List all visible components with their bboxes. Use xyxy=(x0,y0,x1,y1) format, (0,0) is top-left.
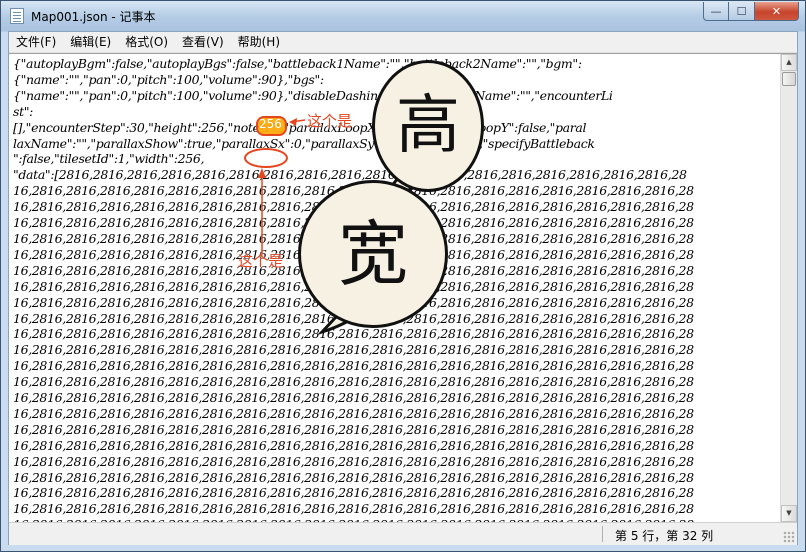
text-line[interactable]: 16,2816,2816,2816,2816,2816,2816,2816,28… xyxy=(13,342,775,358)
title-bar[interactable]: Map001.json - 记事本 — ☐ ✕ xyxy=(1,1,805,31)
menu-help[interactable]: 帮助(H) xyxy=(231,32,287,52)
scroll-down-arrow-icon[interactable]: ▼ xyxy=(781,505,797,522)
caption-buttons: — ☐ ✕ xyxy=(703,2,799,22)
menu-bar: 文件(F) 编辑(E) 格式(O) 查看(V) 帮助(H) xyxy=(9,32,797,53)
menu-edit[interactable]: 编辑(E) xyxy=(63,32,118,52)
width-speech-bubble: 宽 xyxy=(298,180,448,328)
window-title: Map001.json - 记事本 xyxy=(31,10,156,24)
text-line[interactable]: 16,2816,2816,2816,2816,2816,2816,2816,28… xyxy=(13,390,775,406)
scroll-thumb[interactable] xyxy=(782,72,796,86)
scroll-up-arrow-icon[interactable]: ▲ xyxy=(781,54,797,71)
vertical-scrollbar[interactable]: ▲ ▼ xyxy=(780,54,797,522)
height-speech-bubble: 高 xyxy=(372,60,484,192)
height-bubble-text: 高 xyxy=(396,89,460,163)
text-line[interactable]: 16,2816,2816,2816,2816,2816,2816,2816,28… xyxy=(13,358,775,374)
width-annotation-label: 这个是 xyxy=(238,252,284,270)
minimize-button[interactable]: — xyxy=(703,2,729,21)
resize-grip-icon[interactable] xyxy=(783,531,795,543)
text-line[interactable]: 16,2816,2816,2816,2816,2816,2816,2816,28… xyxy=(13,485,775,501)
notepad-app-icon[interactable] xyxy=(10,8,24,24)
cursor-position: 第 5 行，第 32 列 xyxy=(615,529,714,543)
text-line[interactable]: 16,2816,2816,2816,2816,2816,2816,2816,28… xyxy=(13,438,775,454)
text-line[interactable]: 16,2816,2816,2816,2816,2816,2816,2816,28… xyxy=(13,454,775,470)
text-line[interactable]: 16,2816,2816,2816,2816,2816,2816,2816,28… xyxy=(13,501,775,517)
menu-format[interactable]: 格式(O) xyxy=(118,32,175,52)
status-separator xyxy=(602,526,603,542)
width-highlight-ellipse xyxy=(244,148,288,168)
text-line[interactable]: {"autoplayBgm":false,"autoplayBgs":false… xyxy=(13,56,775,72)
text-line[interactable]: 16,2816,2816,2816,2816,2816,2816,2816,28… xyxy=(13,470,775,486)
status-bar: 第 5 行，第 32 列 xyxy=(9,522,797,545)
text-line[interactable]: 16,2816,2816,2816,2816,2816,2816,2816,28… xyxy=(13,326,775,342)
text-line[interactable]: 16,2816,2816,2816,2816,2816,2816,2816,28… xyxy=(13,374,775,390)
menu-file[interactable]: 文件(F) xyxy=(9,32,63,52)
close-button[interactable]: ✕ xyxy=(755,2,799,21)
menu-view[interactable]: 查看(V) xyxy=(175,32,231,52)
text-line[interactable]: 16,2816,2816,2816,2816,2816,2816,2816,28… xyxy=(13,422,775,438)
height-annotation-label: 这个是 xyxy=(307,112,353,130)
width-bubble-text: 宽 xyxy=(338,213,408,295)
maximize-button[interactable]: ☐ xyxy=(729,2,755,21)
height-value-text: 256 xyxy=(259,117,282,131)
text-line[interactable]: 16,2816,2816,2816,2816,2816,2816,2816,28… xyxy=(13,406,775,422)
